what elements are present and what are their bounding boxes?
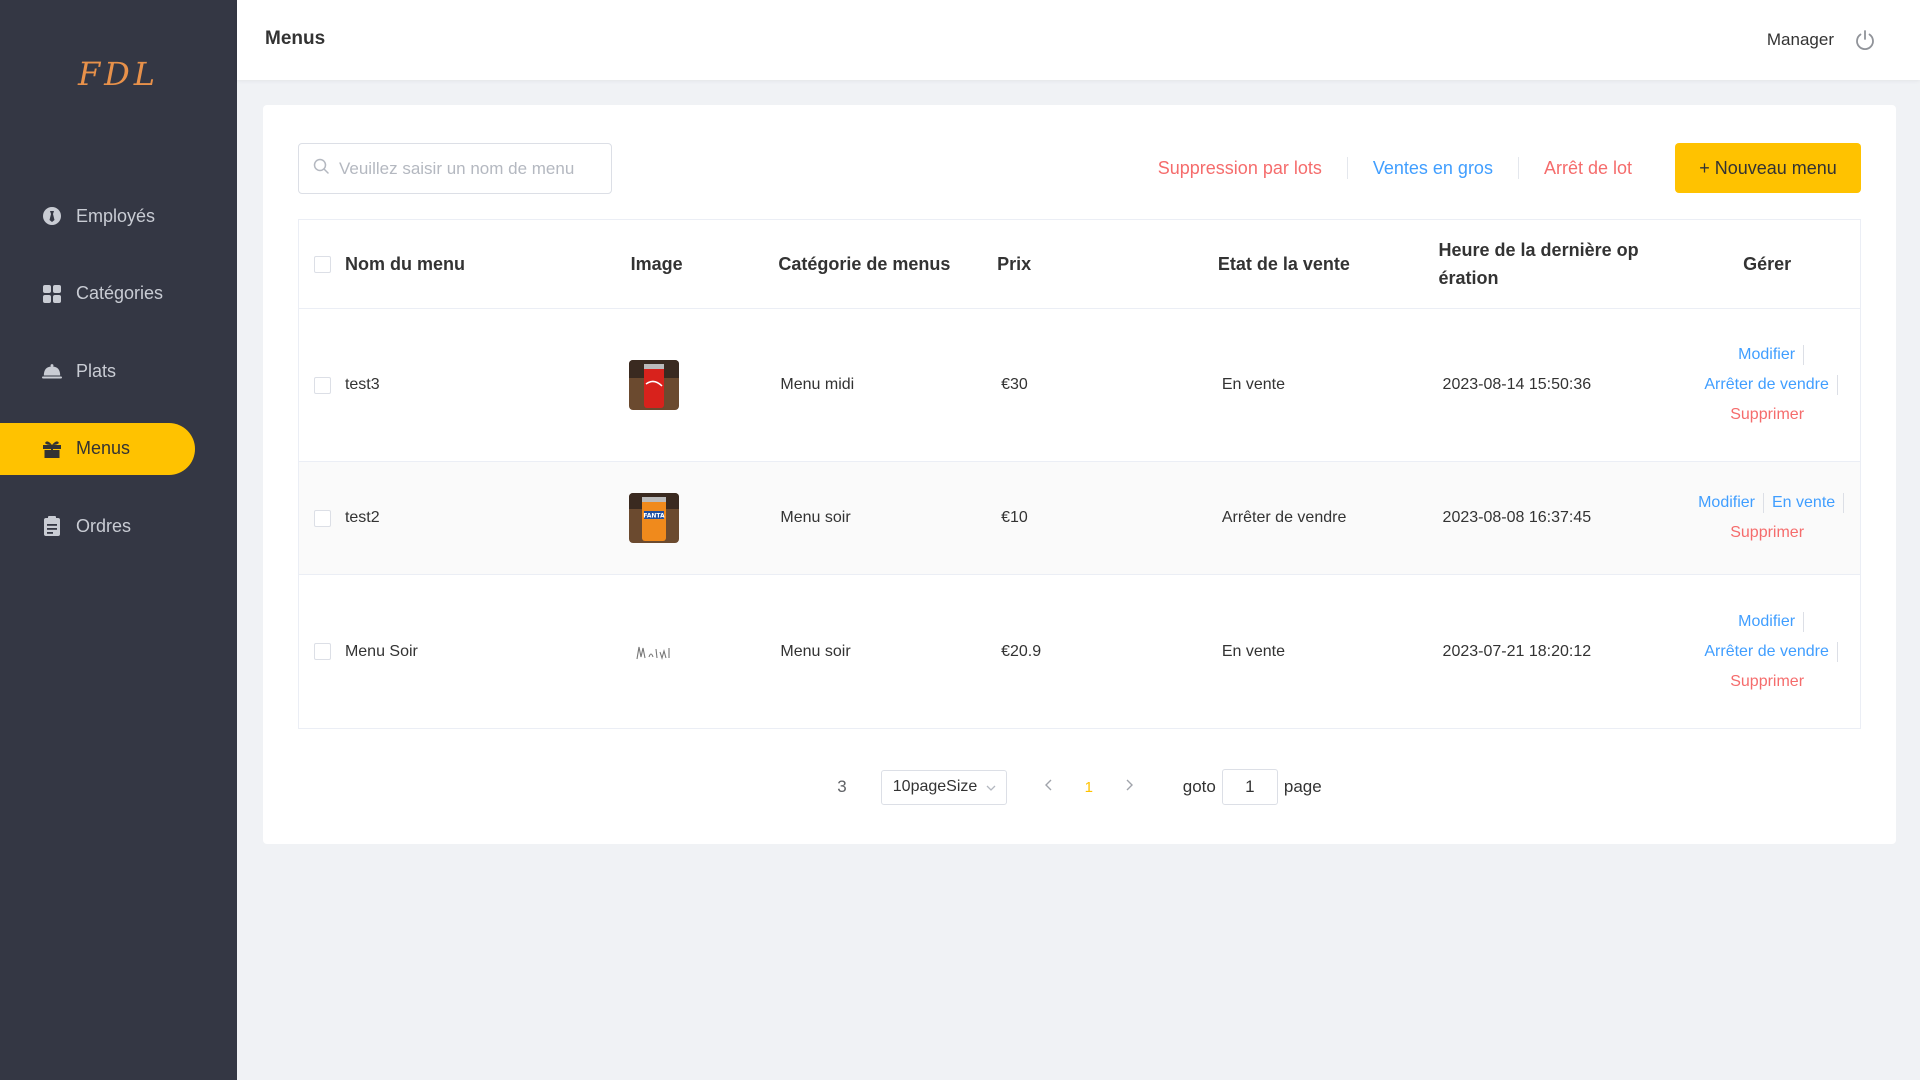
page-title: Menus <box>265 28 326 49</box>
menu-image-handwriting <box>628 626 679 677</box>
last-op-time: 2023-08-08 16:37:45 <box>1442 509 1592 526</box>
toolbar-actions: Suppression par lots Ventes en gros Arrê… <box>1133 142 1861 194</box>
col-state-header: Etat de la vente <box>1217 253 1350 274</box>
col-time-header: Heure de la dernière op ération <box>1438 240 1639 288</box>
page-size-select[interactable]: 10pageSize <box>880 769 1007 805</box>
toggle-sale-link[interactable]: Arrêter de vendre <box>1696 375 1838 395</box>
menu-category: Menu soir <box>780 642 851 660</box>
toggle-sale-link[interactable]: Arrêter de vendre <box>1696 641 1838 662</box>
menu-category: Menu soir <box>780 509 851 526</box>
chevron-down-icon <box>986 778 996 796</box>
top-header: Menus Manager <box>237 0 1920 80</box>
table-row: Menu Soir Menu soir €20.9 En vente 2023-… <box>299 575 1860 728</box>
goto-page-input[interactable] <box>1221 769 1278 805</box>
sidebar-item-ordres[interactable]: Ordres <box>0 500 237 552</box>
gift-icon <box>42 439 62 459</box>
batch-stop-link[interactable]: Arrêt de lot <box>1519 157 1657 179</box>
goto-label: goto <box>1182 777 1216 796</box>
delete-link[interactable]: Supprimer <box>1722 523 1812 543</box>
search-box[interactable] <box>298 143 612 194</box>
col-category-header: Catégorie de menus <box>778 253 951 274</box>
menu-name: test2 <box>344 509 380 526</box>
sidebar-item-label: Ordres <box>76 515 132 536</box>
batch-delete-link[interactable]: Suppression par lots <box>1133 157 1348 179</box>
sidebar-item-menus[interactable]: Menus <box>0 422 195 475</box>
col-price-header: Prix <box>997 253 1032 274</box>
sidebar-item-label: Plats <box>76 360 117 381</box>
modify-link[interactable]: Modifier <box>1730 611 1805 632</box>
row-actions: Modifier En vente Supprimer <box>1674 483 1860 553</box>
row-actions: Modifier Arrêter de vendre Supprimer <box>1674 602 1860 702</box>
menu-price: €10 <box>1001 509 1028 526</box>
user-name[interactable]: Manager <box>1767 30 1834 50</box>
delete-link[interactable]: Supprimer <box>1722 405 1812 425</box>
page-size-value: 10pageSize <box>892 778 978 795</box>
row-actions: Modifier Arrêter de vendre Supprimer <box>1674 335 1860 435</box>
last-op-time: 2023-07-21 18:20:12 <box>1442 642 1592 660</box>
last-op-time: 2023-08-14 15:50:36 <box>1442 376 1592 393</box>
new-menu-button[interactable]: + Nouveau menu <box>1675 143 1861 193</box>
delete-link[interactable]: Supprimer <box>1722 672 1812 692</box>
search-input[interactable] <box>339 158 589 179</box>
sale-state: En vente <box>1221 642 1285 660</box>
menu-price: €30 <box>1001 376 1028 393</box>
svg-text:FANTA: FANTA <box>643 513 665 520</box>
sidebar: FDL Employés Catégories Plats Menus Ordr… <box>0 0 237 1080</box>
sale-state: Arrêter de vendre <box>1221 509 1347 526</box>
col-name-header: Nom du menu <box>344 253 465 274</box>
sidebar-nav: Employés Catégories Plats Menus Ordres <box>0 190 237 578</box>
page-label: page <box>1283 777 1322 796</box>
sidebar-item-label: Employés <box>76 205 156 226</box>
sidebar-item-plats[interactable]: Plats <box>0 345 237 397</box>
total-count: 3 <box>837 777 847 796</box>
search-icon <box>313 158 329 179</box>
menu-name: test3 <box>344 376 380 393</box>
table-row: test3 Menu midi €30 En vente 2023-08-14 … <box>299 309 1860 462</box>
next-page-icon[interactable] <box>1109 778 1149 796</box>
modify-link[interactable]: Modifier <box>1690 493 1764 513</box>
sidebar-item-categories[interactable]: Catégories <box>0 268 237 320</box>
sidebar-item-label: Catégories <box>76 283 164 303</box>
bulk-sale-link[interactable]: Ventes en gros <box>1348 157 1519 179</box>
menu-table: Nom du menu Image Catégorie de menus Pri… <box>298 219 1861 729</box>
content-card: Suppression par lots Ventes en gros Arrê… <box>263 105 1896 844</box>
sidebar-item-label: Menus <box>76 438 131 458</box>
menu-image-fanta: FANTA <box>628 493 679 543</box>
menu-name: Menu Soir <box>344 642 418 660</box>
pagination: 3 10pageSize 1 goto page <box>263 769 1896 805</box>
select-all-checkbox[interactable] <box>314 255 331 273</box>
col-manage-header: Gérer <box>1743 253 1792 274</box>
page-number[interactable]: 1 <box>1069 779 1109 796</box>
row-checkbox[interactable] <box>314 643 331 660</box>
clipboard-icon <box>42 516 62 536</box>
modify-link[interactable]: Modifier <box>1730 345 1805 365</box>
row-checkbox[interactable] <box>314 376 331 394</box>
power-icon[interactable] <box>1854 29 1876 51</box>
prev-page-icon[interactable] <box>1029 778 1069 796</box>
row-checkbox[interactable] <box>314 509 331 527</box>
grid-icon <box>42 284 62 304</box>
employee-icon <box>42 206 62 226</box>
table-row: test2 FANTA Menu soir €10 Arrêter de ven… <box>299 462 1860 575</box>
menu-image-cola <box>628 360 679 410</box>
sale-state: En vente <box>1221 376 1285 393</box>
cloche-icon <box>42 361 62 381</box>
toggle-sale-link[interactable]: En vente <box>1764 493 1845 513</box>
table-header: Nom du menu Image Catégorie de menus Pri… <box>299 220 1860 309</box>
app-logo: FDL <box>77 55 160 93</box>
col-image-header: Image <box>630 253 683 274</box>
menu-category: Menu midi <box>780 376 855 393</box>
menu-price: €20.9 <box>1001 642 1042 660</box>
sidebar-item-employes[interactable]: Employés <box>0 190 237 242</box>
